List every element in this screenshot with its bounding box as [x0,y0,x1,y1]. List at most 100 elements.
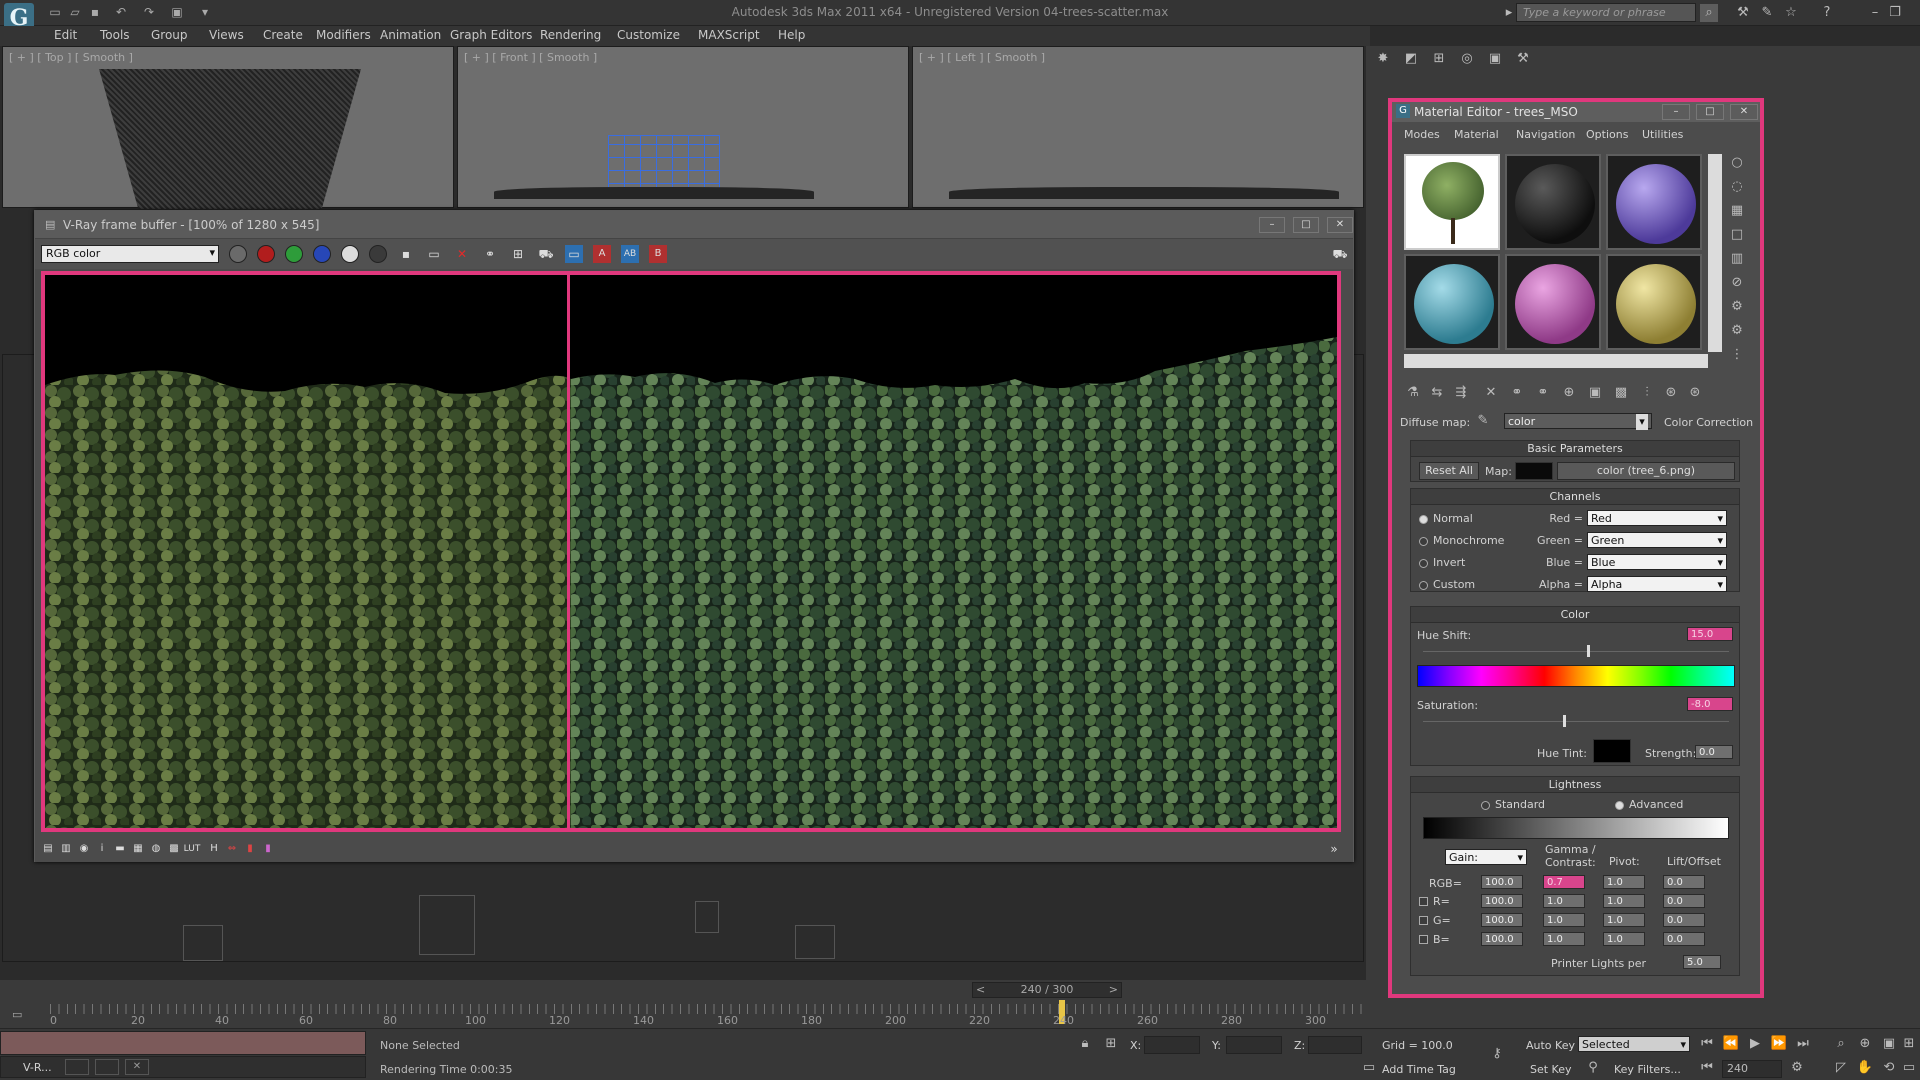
listener-btn-2[interactable] [95,1059,119,1075]
favorites-icon[interactable]: ☆ [1782,4,1800,22]
menu-create[interactable]: Create [263,28,303,42]
hierarchy-tab-icon[interactable]: ⊞ [1430,50,1448,68]
r-pivot-spinner[interactable]: 1.0 [1603,894,1645,908]
viewport-left[interactable]: [ + ] [ Left ] [ Smooth ] [912,46,1364,208]
motion-tab-icon[interactable]: ◎ [1458,50,1476,68]
key-icon[interactable]: ⚷ [1488,1045,1506,1063]
add-time-tag[interactable]: Add Time Tag [1382,1063,1456,1076]
radio-standard[interactable] [1481,801,1490,810]
lut-icon[interactable]: LUT [183,840,201,858]
uv-tiling-icon[interactable]: □ [1728,226,1746,244]
get-material-icon[interactable]: ⚗ [1404,384,1422,402]
menu-modifiers[interactable]: Modifiers [316,28,371,42]
maxscript-mini-listener[interactable]: V-R... ✕ [0,1056,366,1078]
med-title-bar[interactable]: G Material Editor - trees_MSO – □ ✕ [1392,102,1760,122]
go-to-parent-icon[interactable]: ⊛ [1662,384,1680,402]
go-to-end-icon[interactable]: ⏭ [1794,1035,1812,1053]
viewport-label[interactable]: [ + ] [ Left ] [ Smooth ] [919,51,1045,64]
radio-normal[interactable] [1419,515,1428,524]
pan-icon[interactable]: ✋ [1856,1059,1874,1077]
background-icon[interactable]: ▦ [1728,202,1746,220]
create-tab-icon[interactable]: ✸ [1374,50,1392,68]
new-file-icon[interactable]: ▭ [46,4,64,20]
put-to-library-icon[interactable]: ⊕ [1560,384,1578,402]
y-coordinate-field[interactable] [1226,1036,1282,1054]
radio-invert[interactable] [1419,559,1428,568]
show-map-icon[interactable]: ▩ [1612,384,1630,402]
g-gain-spinner[interactable]: 100.0 [1481,913,1523,927]
maximize-button[interactable]: □ [1293,217,1319,233]
alpha-channel-button[interactable] [341,245,359,263]
med-menu-modes[interactable]: Modes [1404,128,1440,141]
zoom-icon[interactable]: ⌕ [1832,1035,1850,1053]
red-channel-button[interactable] [257,245,275,263]
alpha-select[interactable]: Alpha ▾ [1587,576,1727,592]
radio-custom[interactable] [1419,581,1428,590]
sample-slot-tree[interactable] [1404,154,1500,250]
display-tab-icon[interactable]: ▣ [1486,50,1504,68]
put-to-scene-icon[interactable]: ⇆ [1428,384,1446,402]
strength-spinner[interactable]: 0.0 [1695,745,1733,759]
sample-type-icon[interactable]: ○ [1728,154,1746,172]
track-bar-icon[interactable]: ▭ [12,1008,22,1021]
rgb-gamma-spinner[interactable]: 0.7 [1543,875,1585,889]
subscription-icon[interactable]: ⚒ [1734,4,1752,22]
go-forward-sibling-icon[interactable]: ⊛ [1686,384,1704,402]
menu-customize[interactable]: Customize [617,28,680,42]
channel-rgb-button[interactable] [229,245,247,263]
menu-edit[interactable]: Edit [54,28,77,42]
b-gamma-spinner[interactable]: 1.0 [1543,932,1585,946]
search-icon[interactable]: ⌕ [1700,4,1718,22]
redo-icon[interactable]: ↷ [140,4,158,20]
pixel-aspect-icon[interactable]: ⇔ [223,840,241,858]
auto-key-button[interactable]: Auto Key [1526,1039,1575,1052]
show-end-result-icon[interactable]: ⫶ [1638,384,1656,402]
exposure-icon[interactable]: ◍ [147,840,165,858]
viewport-label[interactable]: [ + ] [ Front ] [ Smooth ] [464,51,597,64]
reset-all-button[interactable]: Reset All [1419,462,1479,480]
r-checkbox[interactable] [1419,897,1428,906]
previous-frame-icon[interactable]: ⏪ [1722,1035,1740,1053]
g-gamma-spinner[interactable]: 1.0 [1543,913,1585,927]
hue-shift-slider[interactable] [1587,645,1590,657]
render-last-icon[interactable]: ⛟ [537,245,555,263]
material-id-icon[interactable]: ▣ [1586,384,1604,402]
menu-help[interactable]: Help [778,28,805,42]
region-render-icon[interactable]: ⊞ [509,245,527,263]
g-lift-spinner[interactable]: 0.0 [1663,913,1705,927]
go-to-start-icon[interactable]: ⏮ [1698,1035,1716,1053]
radio-monochrome[interactable] [1419,537,1428,546]
set-key-icon[interactable]: ⚲ [1584,1059,1602,1077]
link-to-viewport-icon[interactable]: ▭ [565,245,583,263]
med-menu-navigation[interactable]: Navigation [1516,128,1575,141]
make-unique-icon[interactable]: ⚭ [1534,384,1552,402]
expand-icon[interactable]: » [1325,840,1343,858]
rgb-gain-spinner[interactable]: 100.0 [1481,875,1523,889]
time-tag-icon[interactable]: ▭ [1360,1059,1378,1077]
slots-hscrollbar[interactable] [1404,354,1708,368]
backlight-icon[interactable]: ◌ [1728,178,1746,196]
compare-ab-icon[interactable]: AB [621,245,639,263]
make-copy-icon[interactable]: ⚭ [1508,384,1526,402]
rgb-pivot-spinner[interactable]: 1.0 [1603,875,1645,889]
b-lift-spinner[interactable]: 0.0 [1663,932,1705,946]
curve-icon[interactable]: ▦ [129,840,147,858]
saturation-slider[interactable] [1563,715,1566,727]
b-checkbox[interactable] [1419,935,1428,944]
r-gamma-spinner[interactable]: 1.0 [1543,894,1585,908]
x-coordinate-field[interactable] [1144,1036,1200,1054]
time-slider[interactable]: < 240 / 300 > [972,982,1122,998]
radio-advanced[interactable] [1615,801,1624,810]
b-gain-spinner[interactable]: 100.0 [1481,932,1523,946]
video-color-icon[interactable]: ▥ [1728,250,1746,268]
project-folder-icon[interactable]: ▣ [168,4,186,20]
sample-slot-magenta[interactable] [1505,254,1601,350]
srgb-icon[interactable]: ▩ [165,840,183,858]
quick-access-dropdown-icon[interactable]: ▾ [196,4,214,20]
green-select[interactable]: Green ▾ [1587,532,1727,548]
hue-shift-spinner[interactable]: 15.0 [1687,627,1733,641]
blue-select[interactable]: Blue ▾ [1587,554,1727,570]
map-type-button[interactable]: Color Correction [1664,416,1753,429]
hue-tint-swatch[interactable] [1593,739,1631,763]
sample-slot-yellow[interactable] [1606,254,1702,350]
